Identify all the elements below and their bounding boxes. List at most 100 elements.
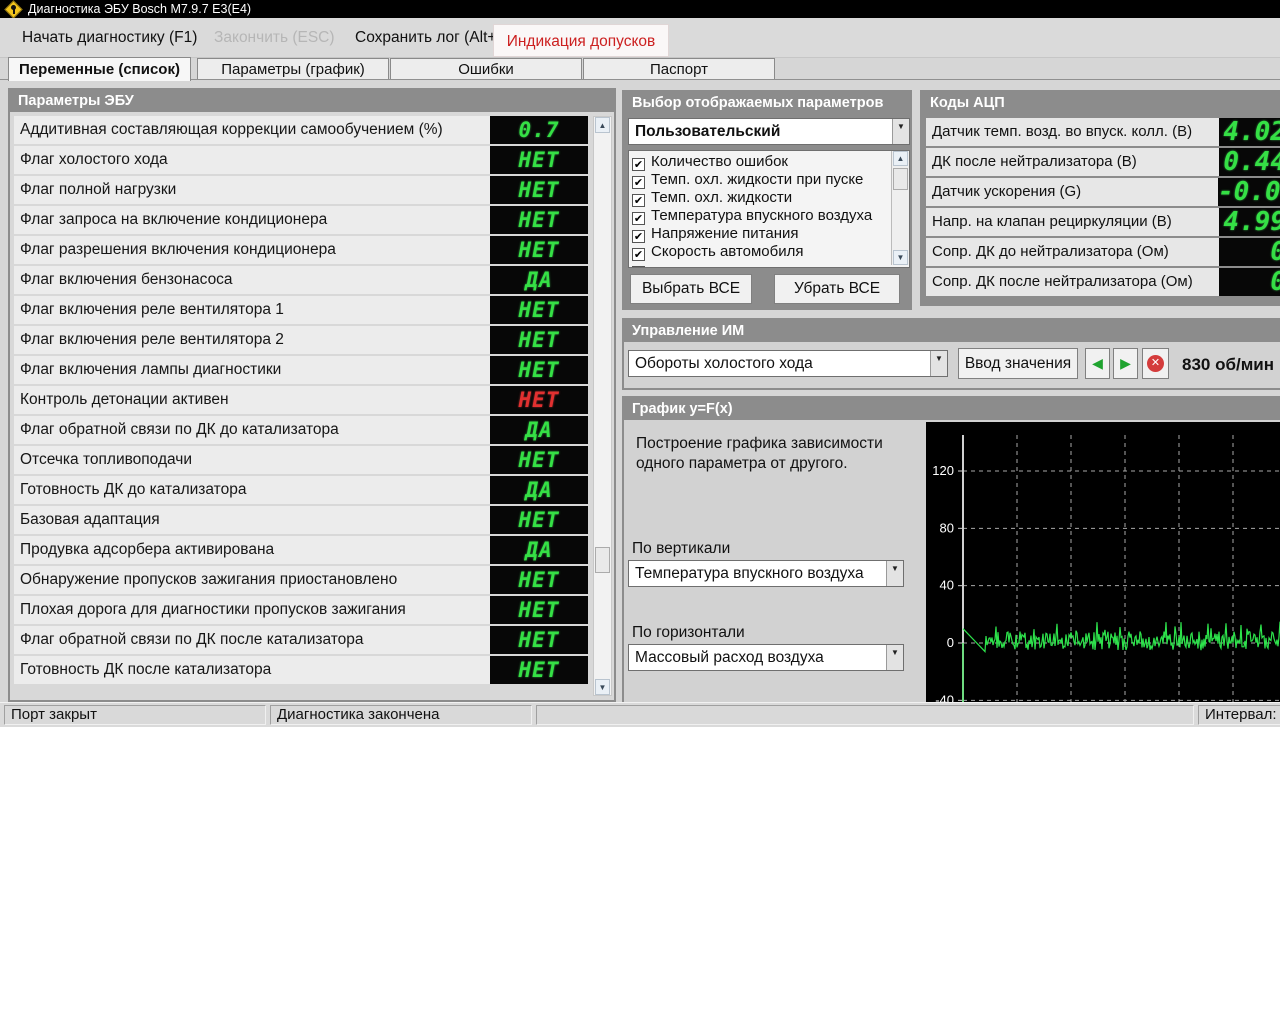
adc-name: Датчик ускорения (G) <box>926 178 1218 206</box>
scrollbar-thumb[interactable] <box>595 547 610 573</box>
red-cross-icon: ✕ <box>1147 355 1164 372</box>
param-name: Готовность ДК после катализатора <box>14 656 490 684</box>
tab-variables-list[interactable]: Переменные (список) <box>8 57 191 81</box>
param-name: Аддитивная составляющая коррекции самооб… <box>14 116 490 144</box>
table-row: Флаг включения реле вентилятора 2НЕТ <box>14 326 588 354</box>
ecu-params-panel: Параметры ЭБУ Аддитивная составляющая ко… <box>8 88 616 702</box>
graph-panel: График y=F(x) Построение графика зависим… <box>622 396 1280 702</box>
ecu-list-scrollbar[interactable]: ▲ ▼ <box>593 116 612 696</box>
adc-name: Напр. на клапан рециркуляции (В) <box>926 208 1219 236</box>
param-select-title: Выбор отображаемых параметров <box>624 92 910 114</box>
chevron-down-icon[interactable] <box>930 351 947 376</box>
param-value-led: НЕТ <box>490 296 588 324</box>
table-row: Датчик темп. возд. во впуск. колл. (В)4.… <box>926 118 1280 146</box>
table-row: Продувка адсорбера активированаДА <box>14 536 588 564</box>
checkbox-list-item[interactable]: ✔ Напряжение питания <box>629 225 909 243</box>
checkbox-icon[interactable]: ✔ <box>632 266 645 267</box>
actuator-control-panel: Управление ИМ Обороты холостого хода Вво… <box>622 318 1280 390</box>
vertical-param-value: Температура впускного воздуха <box>635 561 883 586</box>
table-row: Напр. на клапан рециркуляции (В)4.99 <box>926 208 1280 236</box>
param-name: Плохая дорога для диагностики пропусков … <box>14 596 490 624</box>
checkbox-list-item[interactable]: ✔Темп. охл. жидкости <box>629 189 909 207</box>
checkbox-icon[interactable]: ✔ <box>632 212 645 225</box>
scrollbar-thumb[interactable] <box>893 168 908 190</box>
param-name: Флаг включения бензонасоса <box>14 266 490 294</box>
checkbox-list-item[interactable]: ✔Температура впускного воздуха <box>629 207 909 225</box>
svg-text:0: 0 <box>947 635 954 650</box>
start-diagnostics-button[interactable]: Начать диагностику (F1) <box>22 18 197 57</box>
adc-value-led: 0 <box>1219 238 1280 266</box>
param-name: Контроль детонации активен <box>14 386 490 414</box>
adc-codes-title: Коды АЦП <box>922 92 1280 114</box>
param-value-led: НЕТ <box>490 656 588 684</box>
vertical-param-combobox[interactable]: Температура впускного воздуха <box>628 560 904 587</box>
actuator-readout: 830 об/мин <box>1182 342 1274 388</box>
param-value-led: ДА <box>490 266 588 294</box>
chevron-down-icon[interactable] <box>886 645 903 670</box>
enter-value-button[interactable]: Ввод значения <box>958 348 1078 379</box>
tab-errors[interactable]: Ошибки <box>390 58 582 79</box>
xy-chart: 12080400-40 <box>926 422 1280 702</box>
param-name: Базовая адаптация <box>14 506 490 534</box>
adc-rows: Датчик темп. возд. во впуск. колл. (В)4.… <box>922 114 1280 296</box>
table-row: Отсечка топливоподачиНЕТ <box>14 446 588 474</box>
status-diagnostics: Диагностика закончена <box>270 705 532 725</box>
scroll-down-icon[interactable]: ▼ <box>893 250 908 265</box>
adc-name: ДК после нейтрализатора (В) <box>926 148 1219 176</box>
clear-all-button[interactable]: Убрать ВСЕ <box>774 274 900 304</box>
checkbox-list-item[interactable]: ✔ Скорость автомобиля <box>629 243 909 261</box>
status-bar: Порт закрытДиагностика законченаИнтервал… <box>0 702 1280 727</box>
graph-description: Построение графика зависимости одного па… <box>636 434 916 474</box>
checkbox-icon[interactable]: ✔ <box>632 230 645 243</box>
checkbox-list-item[interactable]: ✔ <box>629 261 909 267</box>
vertical-axis-label: По вертикали <box>632 540 730 558</box>
actuator-combobox[interactable]: Обороты холостого хода <box>628 350 948 377</box>
status-port: Порт закрыт <box>4 705 266 725</box>
param-checkbox-list[interactable]: ✔Количество ошибок✔Темп. охл. жидкости п… <box>628 150 910 268</box>
param-value-led: НЕТ <box>490 356 588 384</box>
preset-combobox-value: Пользовательский <box>635 119 889 144</box>
table-row: Флаг холостого ходаНЕТ <box>14 146 588 174</box>
checkbox-list-item[interactable]: ✔Темп. охл. жидкости при пуске <box>629 171 909 189</box>
param-value-led: НЕТ <box>490 146 588 174</box>
stop-diagnostics-button[interactable]: Закончить (ESC) <box>214 18 335 57</box>
tab-parameters-graph[interactable]: Параметры (график) <box>197 58 389 79</box>
scroll-up-icon[interactable]: ▲ <box>595 117 610 133</box>
checkbox-icon[interactable]: ✔ <box>632 194 645 207</box>
checkbox-icon[interactable]: ✔ <box>632 248 645 261</box>
adc-value-led: 4.02 <box>1219 118 1280 146</box>
scroll-down-icon[interactable]: ▼ <box>595 679 610 695</box>
preset-combobox[interactable]: Пользовательский <box>628 118 910 145</box>
chevron-down-icon[interactable] <box>892 119 909 144</box>
table-row: Готовность ДК до катализатораДА <box>14 476 588 504</box>
param-value-led: НЕТ <box>490 386 588 414</box>
checkbox-label: Скорость автомобиля <box>651 243 803 260</box>
checkbox-icon[interactable]: ✔ <box>632 158 645 171</box>
param-value-led: НЕТ <box>490 206 588 234</box>
table-row: ДК после нейтрализатора (В)0.44 <box>926 148 1280 176</box>
graph-title: График y=F(x) <box>624 398 1280 420</box>
decrease-button[interactable]: ◀ <box>1085 348 1110 379</box>
checkbox-label: Напряжение питания <box>651 225 798 242</box>
increase-button[interactable]: ▶ <box>1113 348 1138 379</box>
tolerance-indication-button[interactable]: Индикация допусков <box>493 24 669 57</box>
checkbox-list-scrollbar[interactable]: ▲ ▼ <box>891 151 909 265</box>
save-log-button[interactable]: Сохранить лог (Alt+S) <box>355 18 512 57</box>
scroll-up-icon[interactable]: ▲ <box>893 151 908 166</box>
tab-passport[interactable]: Паспорт <box>583 58 775 79</box>
param-name: Флаг полной нагрузки <box>14 176 490 204</box>
checkbox-icon[interactable]: ✔ <box>632 176 645 189</box>
param-name: Обнаружение пропусков зажигания приостан… <box>14 566 490 594</box>
table-row: Плохая дорога для диагностики пропусков … <box>14 596 588 624</box>
cancel-actuator-button[interactable]: ✕ <box>1142 348 1169 379</box>
horizontal-param-value: Массовый расход воздуха <box>635 645 883 670</box>
window-titlebar: Диагностика ЭБУ Bosch M7.9.7 E3(E4) <box>0 0 1280 18</box>
horizontal-param-combobox[interactable]: Массовый расход воздуха <box>628 644 904 671</box>
checkbox-list-item[interactable]: ✔Количество ошибок <box>629 153 909 171</box>
chevron-down-icon[interactable] <box>886 561 903 586</box>
param-name: Готовность ДК до катализатора <box>14 476 490 504</box>
table-row: Флаг включения реле вентилятора 1НЕТ <box>14 296 588 324</box>
select-all-button[interactable]: Выбрать ВСЕ <box>630 274 752 304</box>
adc-name: Датчик темп. возд. во впуск. колл. (В) <box>926 118 1219 146</box>
xy-chart-svg: 12080400-40 <box>926 422 1280 702</box>
